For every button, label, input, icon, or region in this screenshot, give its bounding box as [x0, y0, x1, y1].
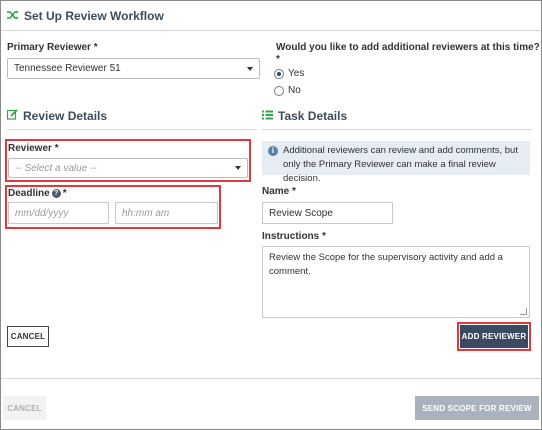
dialog-title: Set Up Review Workflow	[24, 9, 164, 23]
info-icon: i	[268, 146, 278, 156]
resize-handle-icon[interactable]	[520, 308, 527, 315]
review-details-title: Review Details	[23, 109, 108, 123]
edit-icon	[6, 109, 18, 123]
help-icon[interactable]: ?	[51, 189, 61, 198]
send-scope-for-review-button[interactable]: SEND SCOPE FOR REVIEW	[415, 396, 539, 420]
review-details-heading: Review Details	[6, 109, 108, 123]
name-label: Name *	[262, 186, 296, 197]
primary-reviewer-select[interactable]: Tennessee Reviewer 51	[7, 58, 260, 79]
deadline-label: Deadline	[8, 188, 50, 199]
reviewer-label: Reviewer *	[8, 143, 59, 154]
chevron-down-icon	[235, 166, 241, 170]
info-text: Additional reviewers can review and add …	[283, 145, 518, 184]
additional-required-mark: *	[276, 54, 280, 65]
review-details-divider	[7, 129, 257, 130]
name-input[interactable]: Review Scope	[262, 202, 393, 224]
instructions-textarea[interactable]: Review the Scope for the supervisory act…	[262, 246, 530, 318]
deadline-required-mark: *	[62, 188, 67, 199]
name-value: Review Scope	[269, 207, 333, 219]
deadline-time-input[interactable]: hh:mm am	[115, 202, 218, 224]
dialog-header: Set Up Review Workflow	[7, 9, 164, 23]
info-box: i Additional reviewers can review and ad…	[262, 141, 530, 184]
time-placeholder: hh:mm am	[122, 207, 170, 219]
radio-no-label: No	[288, 85, 301, 96]
radio-no[interactable]: No	[274, 85, 301, 96]
deadline-date-input[interactable]: mm/dd/yyyy	[8, 202, 109, 224]
radio-yes-indicator[interactable]	[274, 68, 284, 79]
cancel-review-button[interactable]: CANCEL	[7, 326, 49, 347]
chevron-down-icon	[247, 66, 253, 71]
task-details-heading: Task Details	[262, 109, 347, 123]
radio-no-indicator[interactable]	[274, 85, 284, 96]
radio-yes[interactable]: Yes	[274, 68, 304, 79]
deadline-label-row: Deadline ? *	[8, 188, 67, 199]
reviewer-placeholder: -- Select a value --	[15, 162, 97, 174]
footer-divider	[1, 378, 541, 379]
date-placeholder: mm/dd/yyyy	[15, 207, 69, 219]
radio-yes-label: Yes	[288, 68, 305, 79]
list-icon	[262, 109, 273, 123]
reviewer-select[interactable]: -- Select a value --	[8, 158, 248, 178]
additional-reviewers-question: Would you like to add additional reviewe…	[276, 42, 540, 53]
task-details-divider	[262, 129, 532, 130]
instructions-label: Instructions *	[262, 231, 326, 242]
add-reviewer-button[interactable]: ADD REVIEWER	[460, 325, 528, 348]
cancel-button[interactable]: CANCEL	[3, 396, 46, 420]
primary-reviewer-value: Tennessee Reviewer 51	[14, 63, 121, 74]
task-details-title: Task Details	[278, 109, 348, 123]
shuffle-icon	[7, 9, 19, 23]
instructions-value: Review the Scope for the supervisory act…	[269, 252, 503, 277]
review-workflow-dialog: Set Up Review Workflow Primary Reviewer …	[0, 0, 542, 430]
header-divider	[1, 30, 541, 31]
primary-reviewer-label: Primary Reviewer *	[7, 42, 98, 53]
